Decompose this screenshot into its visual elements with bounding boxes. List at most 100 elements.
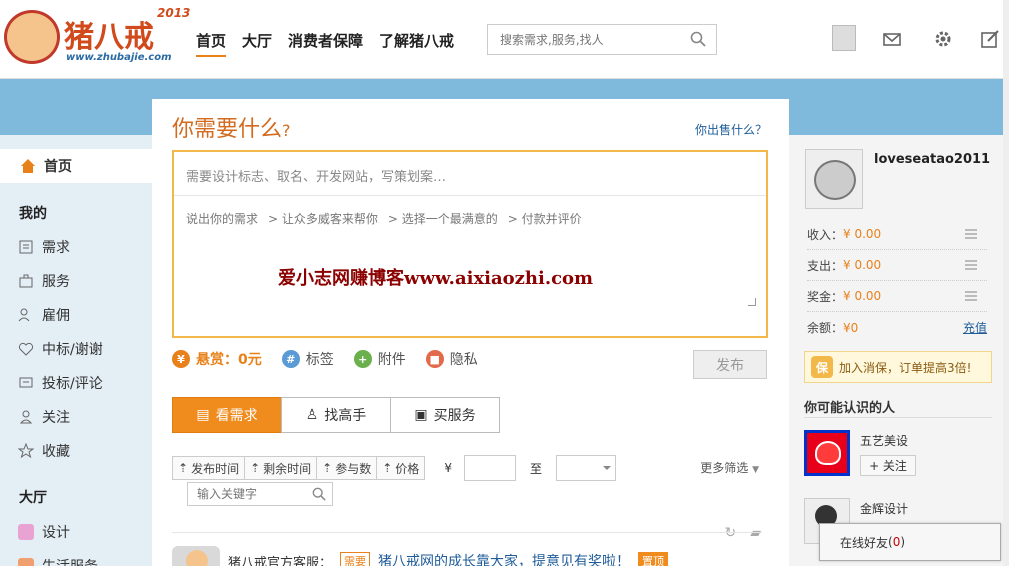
sidebar-heading-mine: 我的 <box>19 206 47 222</box>
online-close-paren: ) <box>900 535 906 549</box>
avatar <box>172 546 220 566</box>
privacy-option[interactable]: ■ 隐私 <box>425 349 478 369</box>
search-icon[interactable] <box>312 487 326 501</box>
online-label: 在线好友 <box>840 535 889 550</box>
nav-hall[interactable]: 大厅 <box>242 30 272 57</box>
search-icon[interactable] <box>690 31 706 47</box>
sort-price[interactable]: ⇡ 价格 <box>376 456 426 480</box>
tag-option[interactable]: # 标签 <box>281 349 334 369</box>
sidebar-item-label: 投标/评论 <box>42 376 103 392</box>
yen-label: ¥ <box>444 461 452 475</box>
sidebar-item-service[interactable]: 服务 <box>18 271 70 291</box>
briefcase-icon <box>19 274 33 288</box>
user-panel: loveseatao2011 收入： ¥ 0.00 支出： ¥ 0.00 奖金： ¥ … <box>789 135 1009 566</box>
person-name[interactable]: 金辉设计 <box>860 500 908 517</box>
refresh-icon[interactable]: ↻ <box>724 525 736 541</box>
tab-find-expert[interactable]: ♙ 找高手 <box>281 397 391 433</box>
nav-home[interactable]: 首页 <box>196 30 227 57</box>
bonus-label: 奖金： <box>807 289 844 304</box>
divider <box>174 195 766 196</box>
person-icon <box>19 410 33 424</box>
sidebar-home-label: 首页 <box>44 159 72 175</box>
sort-participants[interactable]: ⇡ 参与数 <box>316 456 378 480</box>
online-friends-bar[interactable]: 在线好友(0) <box>819 523 1001 561</box>
divider <box>172 532 762 533</box>
edit-icon[interactable] <box>979 28 1001 50</box>
gear-icon[interactable] <box>932 28 954 50</box>
expense-row: 支出： ¥ 0.00 <box>807 250 987 281</box>
list-actions: ↻ ▰ <box>724 525 761 541</box>
tab-label: 买服务 <box>433 408 476 424</box>
sidebar-item-favorites[interactable]: 收藏 <box>18 441 70 461</box>
bonus-value: ¥ 0.00 <box>843 289 882 303</box>
tag-label: 标签 <box>305 352 334 368</box>
list-icon[interactable] <box>965 260 977 270</box>
design-icon <box>18 524 34 540</box>
publish-button[interactable]: 发布 <box>693 350 767 379</box>
demand-textarea[interactable]: 需要设计标志、取名、开发网站，写策划案… 说出你的需求 > 让众多威客来帮你 >… <box>172 150 768 338</box>
sidebar-item-label: 服务 <box>42 274 70 290</box>
comment-icon <box>19 377 33 388</box>
price-min-input[interactable] <box>463 455 516 481</box>
username[interactable]: loveseatao2011 <box>874 152 990 167</box>
sidebar-item-demand[interactable]: 需求 <box>18 237 70 257</box>
tab-view-demand[interactable]: ▤ 看需求 <box>172 397 282 433</box>
left-sidebar: 首页 我的 需求 服务 雇佣 中标/谢谢 投标/评论 关注 收藏 大厅 设计 生… <box>0 135 152 566</box>
sidebar-item-hire[interactable]: 雇佣 <box>18 305 70 325</box>
sidebar-item-won[interactable]: 中标/谢谢 <box>18 339 103 359</box>
promo-banner[interactable]: 保加入消保，订单提高3倍! <box>804 351 992 383</box>
sidebar-item-follow[interactable]: 关注 <box>18 407 70 427</box>
hash-icon: # <box>281 350 300 368</box>
sell-link[interactable]: 你出售什么？ <box>695 121 767 138</box>
avatar[interactable] <box>805 149 863 209</box>
suggested-person: 五艺美设 + 关注 <box>804 430 916 476</box>
list-icon[interactable] <box>965 291 977 301</box>
divider <box>804 417 992 418</box>
reward-option[interactable]: ¥ 悬赏：0元 <box>172 349 262 369</box>
expense-value: ¥ 0.00 <box>843 258 882 272</box>
search-input[interactable] <box>488 25 678 54</box>
attach-option[interactable]: + 附件 <box>353 349 406 369</box>
list-icon <box>19 240 33 254</box>
price-max-select[interactable] <box>555 455 616 481</box>
scrollbar[interactable] <box>1003 0 1009 566</box>
resize-handle[interactable] <box>748 298 756 306</box>
sidebar-item-life-service[interactable]: 生活服务 <box>18 556 98 566</box>
nav-about[interactable]: 了解猪八戒 <box>379 30 454 57</box>
sidebar-item-bids[interactable]: 投标/评论 <box>18 373 103 393</box>
zhubajie-logo[interactable]: 猪八戒 2013 www.zhubajie.com <box>2 6 190 68</box>
feed-link[interactable]: 猪八戒网的成长靠大家，提意见有奖啦！ <box>378 551 630 566</box>
nav-consumer-protection[interactable]: 消费者保障 <box>288 30 363 57</box>
sort-remaining-time[interactable]: ⇡ 剩余时间 <box>244 456 318 480</box>
sort-publish-time[interactable]: ⇡ 发布时间 <box>172 456 246 480</box>
arrow-up-icon: ⇡ <box>178 461 189 475</box>
user-avatar-icon[interactable] <box>832 25 856 51</box>
comment-icon[interactable]: ▰ <box>750 525 761 541</box>
people-icon <box>18 308 30 322</box>
follow-button[interactable]: + 关注 <box>860 455 916 476</box>
top-bar: 猪八戒 2013 www.zhubajie.com 首页 大厅 消费者保障 了解… <box>0 0 1009 79</box>
tab-buy-service[interactable]: ▣ 买服务 <box>390 397 500 433</box>
sidebar-item-design[interactable]: 设计 <box>18 522 70 542</box>
more-filter-dropdown[interactable]: 更多筛选 ▼ <box>700 459 759 476</box>
keyword-input[interactable] <box>188 483 308 505</box>
income-value: ¥ 0.00 <box>843 227 882 241</box>
logo-url: www.zhubajie.com <box>66 52 172 63</box>
balance-label: 余额： <box>807 321 844 335</box>
list-icon[interactable] <box>965 229 977 239</box>
section-title: 你可能认识的人 <box>804 401 896 416</box>
logo-text: 猪八戒 <box>64 20 154 55</box>
list-icon: ▤ <box>196 407 210 423</box>
sidebar-item-home[interactable]: 首页 <box>0 149 152 183</box>
recharge-link[interactable]: 充值 <box>963 319 987 336</box>
promo-text: 加入消保，订单提高3倍! <box>839 360 972 375</box>
avatar[interactable] <box>804 430 850 476</box>
mail-icon[interactable] <box>881 28 903 50</box>
textarea-placeholder: 需要设计标志、取名、开发网站，写策划案… <box>186 170 447 185</box>
sidebar-item-label: 生活服务 <box>42 556 98 566</box>
page-title-question: ? <box>282 121 291 140</box>
shield-icon: 保 <box>811 356 833 378</box>
page-title-main: 你需要什么 <box>172 117 283 142</box>
person-name[interactable]: 五艺美设 <box>860 432 916 449</box>
heart-icon <box>18 342 34 356</box>
